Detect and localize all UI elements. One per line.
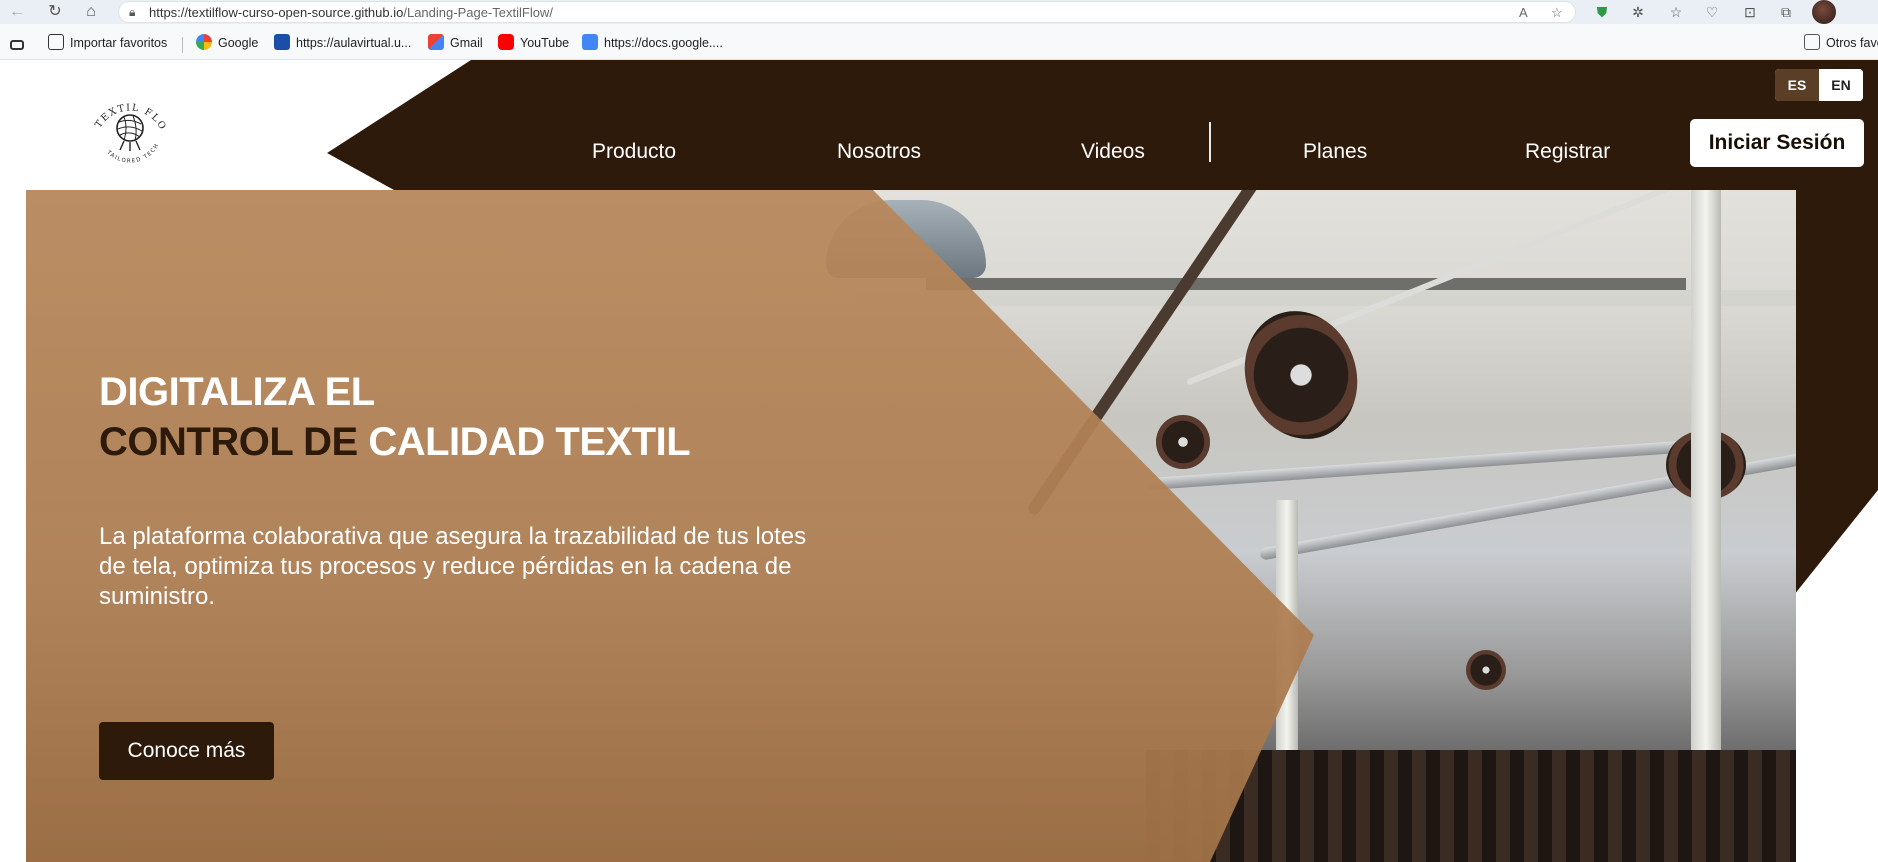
import-icon — [48, 34, 64, 50]
hero-subtitle: La plataforma colaborativa que asegura l… — [99, 523, 807, 610]
logo-text-bottom: TAILORED TECH — [105, 142, 161, 164]
other-bookmarks[interactable]: Otros favo — [1804, 34, 1878, 52]
back-icon[interactable]: ← — [6, 2, 28, 22]
read-aloud-icon[interactable]: A — [1519, 5, 1528, 20]
nav-divider — [1209, 122, 1211, 162]
login-button[interactable]: Iniciar Sesión — [1690, 119, 1864, 167]
nav-videos[interactable]: Videos — [1081, 130, 1145, 174]
yarn-ball-icon — [116, 114, 144, 151]
url-text: https://textilflow-curso-open-source.git… — [149, 5, 553, 20]
bookmark-youtube[interactable]: YouTube — [498, 34, 569, 52]
nav-planes[interactable]: Planes — [1303, 130, 1367, 174]
screenshot-icon[interactable]: ⊡ — [1740, 2, 1760, 22]
lang-en-button[interactable]: EN — [1819, 69, 1863, 101]
extensions-icon[interactable]: ✲ — [1628, 2, 1648, 22]
folder-icon — [1804, 34, 1820, 50]
hero-title-line1: DIGITALIZA EL — [99, 370, 375, 414]
lock-icon[interactable]: 🔒︎ — [129, 5, 135, 20]
logo-text-top: TEXTIL FLOW — [80, 78, 169, 133]
browser-toolbar: ← ↻ ⌂ 🔒︎ https://textilflow-curso-open-s… — [0, 0, 1878, 24]
profile-avatar[interactable] — [1812, 0, 1836, 24]
language-switch: ES EN — [1775, 69, 1863, 101]
home-icon[interactable]: ⌂ — [80, 2, 102, 22]
shield-extension-icon[interactable]: ⛊ — [1592, 2, 1612, 22]
bookmarks-bar: Importar favoritos Google https://aulavi… — [0, 24, 1878, 60]
hero-title-dark: CONTROL DE — [99, 420, 369, 464]
ceiling-girder-2 — [856, 290, 1796, 306]
nav-producto[interactable]: Producto — [592, 130, 676, 174]
address-bar[interactable]: 🔒︎ https://textilflow-curso-open-source.… — [118, 1, 1576, 23]
collections-icon[interactable]: ⧉ — [1776, 2, 1796, 22]
aulavirtual-icon — [274, 34, 290, 50]
nav-registrar[interactable]: Registrar — [1525, 130, 1610, 174]
bookmark-docs[interactable]: https://docs.google.... — [582, 34, 723, 52]
bookmark-aulavirtual[interactable]: https://aulavirtual.u... — [274, 34, 411, 52]
youtube-icon — [498, 34, 514, 50]
conoce-mas-button[interactable]: Conoce más — [99, 722, 274, 780]
textilflow-logo[interactable]: TEXTIL FLOW TAILORED TECH — [80, 78, 180, 178]
nav-nosotros[interactable]: Nosotros — [837, 130, 921, 174]
reload-icon[interactable]: ↻ — [44, 2, 66, 22]
left-margin — [4, 190, 26, 862]
pulley-wheel-4 — [1466, 650, 1506, 690]
bookmark-separator — [182, 37, 183, 53]
landing-page: TEXTIL FLOW TAILORED TECH ES EN Producto… — [4, 60, 1878, 862]
pulley-wheel-3 — [1156, 415, 1210, 469]
lang-es-button[interactable]: ES — [1775, 69, 1819, 101]
docs-icon — [582, 34, 598, 50]
favorites-icon[interactable]: ☆ — [1666, 2, 1686, 22]
hero-title-line2: CONTROL DE CALIDAD TEXTIL — [99, 420, 691, 465]
bookmark-google[interactable]: Google — [196, 34, 258, 52]
bookmark-gmail[interactable]: Gmail — [428, 34, 483, 52]
google-icon — [196, 34, 212, 50]
gmail-icon — [428, 34, 444, 50]
hero-title-light: CALIDAD TEXTIL — [368, 420, 691, 464]
health-icon[interactable]: ♡ — [1702, 2, 1722, 22]
bookmark-import[interactable]: Importar favoritos — [48, 34, 167, 52]
hero-section: DIGITALIZA EL CONTROL DE CALIDAD TEXTIL … — [4, 190, 1796, 862]
bookmarks-toggle-icon[interactable] — [10, 34, 30, 52]
favorite-star-icon[interactable]: ☆ — [1551, 5, 1563, 21]
